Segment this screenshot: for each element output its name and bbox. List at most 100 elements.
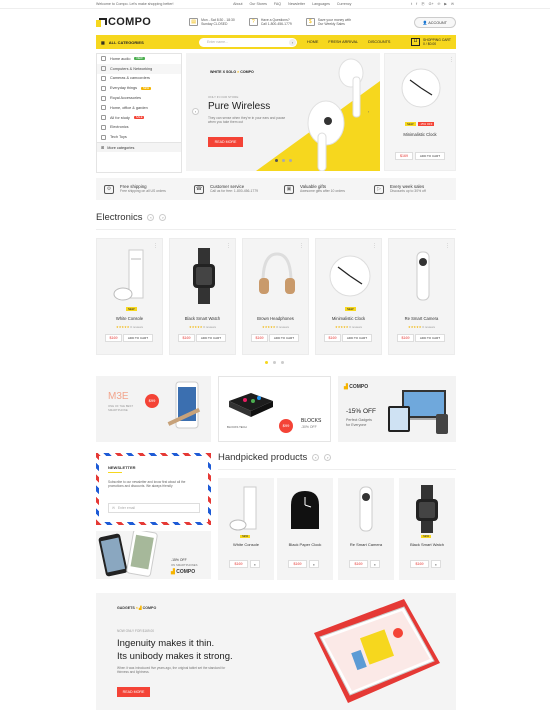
twitter-icon[interactable]: t (411, 2, 412, 7)
account-button[interactable]: 👤 ACCOUNT (413, 16, 456, 28)
handpicked-product-card[interactable]: Black Paper Clock $169 ▪ (277, 478, 333, 580)
main-nav: ▦ ALL CATEGORIES Enter name... › HOME FRES… (96, 35, 456, 49)
store-icon: ▤ (189, 18, 199, 26)
new-badge: NEW (126, 307, 137, 311)
promo-read-more-button[interactable]: READ MORE (117, 687, 150, 697)
mail-icon: ✉ (112, 506, 115, 510)
top-link-stores[interactable]: Our Stores (250, 2, 267, 6)
sidebar-item-cameras[interactable]: Cameras & camcorders (97, 74, 181, 84)
product-card[interactable]: ⋮ NEW Minimalistic Clock ★★★★★ 0 reviews… (315, 238, 382, 355)
promo-kicker: NOW ONLY FOR $169.00 (117, 629, 155, 633)
rating-stars: ★★★★★ 0 reviews (408, 325, 435, 329)
product-name: Black Smart Watch (184, 316, 221, 321)
newsletter-title: NEWSLETTER (108, 465, 136, 470)
promo-headline: Ingenuity makes it thin. Its unibody make… (117, 638, 233, 662)
sidebar-item-home-audio[interactable]: Home audio NEW (97, 54, 181, 64)
smartphone-image (167, 381, 201, 429)
newsletter-box: NEWSLETTER Subscribe to our newsletter a… (96, 453, 211, 525)
side-add-to-cart-button[interactable]: ADD TO CART (415, 152, 445, 160)
youtube-icon[interactable]: ▶ (444, 2, 447, 7)
top-link-newsletter[interactable]: Newsletter (288, 2, 305, 6)
side-product-badges: NEW -15% OFF (405, 122, 435, 126)
tablet-image (314, 599, 440, 703)
blocks-banner[interactable]: BLOCKS TECH $99 BLOCKS -30% OFF (218, 376, 331, 442)
add-to-cart-button[interactable]: ADD TO CART (123, 334, 153, 342)
add-to-cart-button[interactable]: ADD TO CART (342, 334, 372, 342)
product-name: Minimalistic Clock (331, 316, 366, 321)
nav-home[interactable]: HOME (307, 40, 318, 44)
blocks-price-badge: $99 (279, 419, 293, 433)
top-link-currency[interactable]: Currency (337, 2, 352, 6)
facebook-icon[interactable]: f (416, 2, 417, 7)
sidebar-item-tech-toys[interactable]: Tech Toys (97, 132, 181, 142)
slider-next-icon[interactable]: › (365, 108, 372, 115)
cart-icon[interactable]: ▪ (309, 560, 319, 568)
product-price: $169 (251, 334, 268, 342)
product-price: $169 (324, 334, 341, 342)
m3e-title: M3E (108, 391, 129, 402)
paper-clock-image (283, 484, 327, 534)
handpicked-product-card[interactable]: NEW Black Smart Watch $169 ▪ (399, 478, 455, 580)
google-plus-icon[interactable]: G+ (429, 2, 434, 7)
phones-discount: -15% OFF (171, 558, 187, 562)
carousel-dots[interactable] (265, 361, 284, 364)
shopping-cart[interactable]: ⊔ SHOPPING CART 0 / $0.00 (410, 38, 451, 46)
cart-icon[interactable]: ▪ (250, 560, 260, 568)
more-options-icon[interactable]: ⋮ (449, 57, 454, 63)
slider-dots[interactable] (275, 159, 292, 162)
hero-kicker: ONLY IN OUR STORE (208, 95, 239, 99)
handpicked-product-card[interactable]: Re Smart Camera $169 ▪ (338, 478, 394, 580)
sidebar-item-everyday[interactable]: Everyday things NEW (97, 83, 181, 93)
more-categories-button[interactable]: ⊞ More categories (97, 142, 181, 153)
nav-discounts[interactable]: DISCOUNTS (368, 40, 390, 44)
cart-icon[interactable]: ▪ (370, 560, 380, 568)
sidebar-item-electronics[interactable]: Electronics (97, 123, 181, 133)
product-card[interactable]: ⋮ Black Smart Watch ★★★★★ 0 reviews $169… (169, 238, 236, 355)
product-name: White Console (232, 542, 259, 547)
top-link-faq[interactable]: FAQ (274, 2, 281, 6)
add-to-cart-button[interactable]: ADD TO CART (415, 334, 445, 342)
header: COMPO ▤ Mon - Sat 8:30 - 18:30 Sunday CLOS… (96, 11, 456, 33)
product-card[interactable]: ⋮ Re Smart Camera ★★★★★ 0 reviews $169 A… (388, 238, 455, 355)
sidebar-item-computers[interactable]: Computers & Networking (97, 63, 181, 74)
smartphones-banner[interactable]: -15% OFF ON SMARTPHONES ▟ COMPO (96, 531, 211, 579)
add-to-cart-button[interactable]: ADD TO CART (269, 334, 299, 342)
mail-icon[interactable]: ✉ (451, 2, 454, 7)
compo-banner[interactable]: ▟ COMPO -15% OFF Perfect Gadgets for Eve… (338, 376, 456, 442)
product-price: $169 (410, 560, 429, 568)
logo[interactable]: COMPO (96, 16, 151, 28)
camera-icon (101, 75, 106, 81)
search-arrow-icon[interactable]: › (289, 38, 296, 46)
bag-icon (101, 85, 106, 91)
product-card[interactable]: ⋮ NEW White Console ★★★★★ 0 reviews $169… (96, 238, 163, 355)
instagram-icon[interactable]: ℗ (438, 2, 441, 7)
handpicked-product-card[interactable]: NEW White Console $169 ▪ (218, 478, 274, 580)
product-card[interactable]: ⋮ Brown Headphones ★★★★★ 0 reviews $169 … (242, 238, 309, 355)
sidebar-item-home-office[interactable]: Home, office & garden (97, 103, 181, 113)
sidebar-item-royal[interactable]: Royal Accessories (97, 93, 181, 103)
prev-arrow-icon[interactable]: ‹ (147, 214, 155, 221)
sidebar-item-study[interactable]: All for study SALE (97, 113, 181, 123)
all-categories-button[interactable]: ▦ ALL CATEGORIES (96, 35, 182, 49)
rating-stars: ★★★★★ 0 reviews (262, 325, 289, 329)
top-link-languages[interactable]: Languages (312, 2, 330, 6)
product-price: $169 (229, 560, 248, 568)
top-link-about[interactable]: About (233, 2, 242, 6)
next-arrow-icon[interactable]: › (159, 214, 167, 221)
feature-gifts: ▣ Valuable gifts Awesome gifts after 10 or… (276, 184, 366, 194)
featured-side-product[interactable]: ⋮ NEW -15% OFF Minimalistic Clock $169 AD… (384, 53, 456, 171)
gear-icon: ⚙ (104, 184, 114, 194)
search-input[interactable]: Enter name... › (199, 37, 297, 47)
next-arrow-icon[interactable]: › (324, 454, 332, 461)
slider-prev-icon[interactable]: ‹ (192, 108, 199, 115)
hero-read-more-button[interactable]: READ MORE (208, 137, 243, 147)
email-field[interactable]: ✉ Enter email (108, 503, 200, 513)
promo-brand: GADGETS × ▟ COMPO (117, 606, 157, 610)
prev-arrow-icon[interactable]: ‹ (312, 454, 320, 461)
pinterest-icon[interactable]: Ⓟ (421, 2, 425, 7)
add-to-cart-button[interactable]: ADD TO CART (196, 334, 226, 342)
nav-fresh-arrival[interactable]: FRESH ARRIVAL (328, 40, 358, 44)
cart-icon[interactable]: ▪ (431, 560, 441, 568)
divider (218, 469, 456, 470)
m3e-banner[interactable]: M3E ONE OF THE BEST SMARTPHONE $99 (96, 376, 211, 442)
